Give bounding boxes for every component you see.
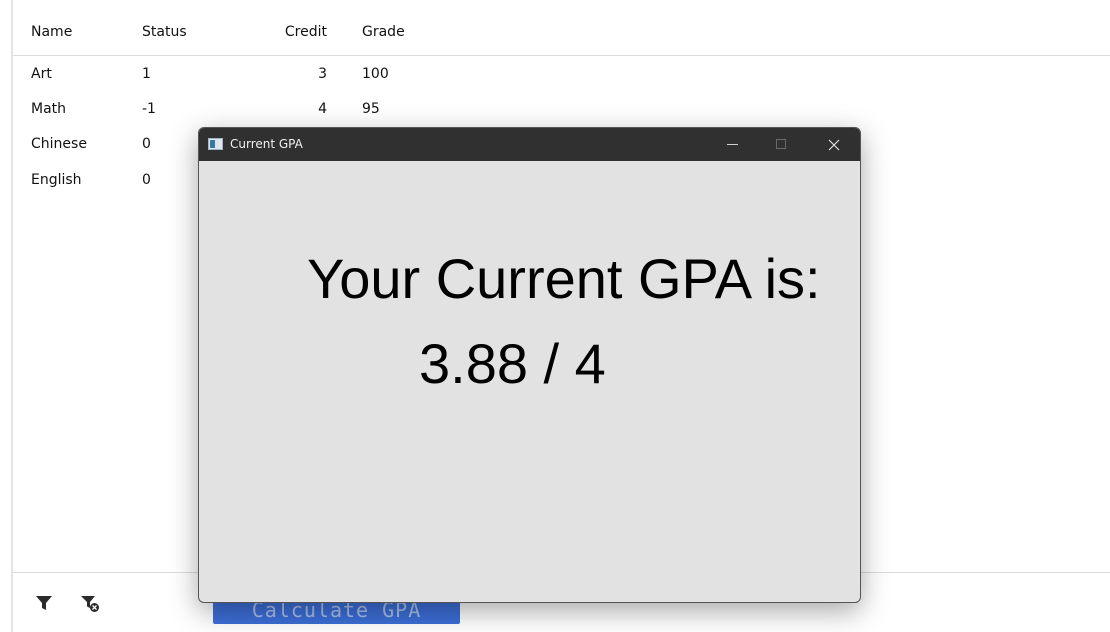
gpa-value: 3.88 / 4 bbox=[419, 332, 606, 395]
column-header-credit[interactable]: Credit bbox=[253, 24, 327, 40]
cell-credit: 4 bbox=[318, 101, 327, 117]
close-icon bbox=[828, 139, 840, 151]
maximize-icon bbox=[776, 139, 786, 149]
dialog-title: Current GPA bbox=[230, 137, 303, 151]
column-header-status[interactable]: Status bbox=[142, 24, 187, 40]
cell-name: Chinese bbox=[31, 136, 87, 152]
gpa-message: Your Current GPA is: bbox=[307, 247, 821, 310]
cell-name: Math bbox=[31, 101, 67, 117]
gpa-dialog: Current GPA Your Current GPA is: 3.88 / … bbox=[198, 127, 861, 603]
table-header: Name Status Credit Grade bbox=[13, 0, 1110, 56]
cell-name: English bbox=[31, 172, 82, 188]
filter-clear-icon[interactable] bbox=[79, 592, 101, 614]
cell-status: 0 bbox=[142, 172, 151, 188]
column-header-grade[interactable]: Grade bbox=[362, 24, 405, 40]
minimize-icon bbox=[727, 144, 738, 145]
cell-credit: 3 bbox=[318, 66, 327, 82]
cell-status: 0 bbox=[142, 136, 151, 152]
column-header-name[interactable]: Name bbox=[31, 24, 72, 40]
maximize-button[interactable] bbox=[758, 128, 804, 161]
cell-grade: 95 bbox=[362, 101, 380, 117]
table-row[interactable]: Math -1 4 95 bbox=[13, 91, 1110, 127]
minimize-button[interactable] bbox=[710, 128, 756, 161]
table-row[interactable]: Art 1 3 100 bbox=[13, 56, 1110, 92]
filter-icon[interactable] bbox=[33, 592, 55, 614]
window-app-icon bbox=[208, 138, 223, 150]
cell-grade: 100 bbox=[362, 66, 389, 82]
cell-status: -1 bbox=[142, 101, 156, 117]
cell-name: Art bbox=[31, 66, 52, 82]
close-button[interactable] bbox=[811, 128, 857, 161]
dialog-titlebar[interactable]: Current GPA bbox=[199, 128, 860, 161]
cell-status: 1 bbox=[142, 66, 151, 82]
